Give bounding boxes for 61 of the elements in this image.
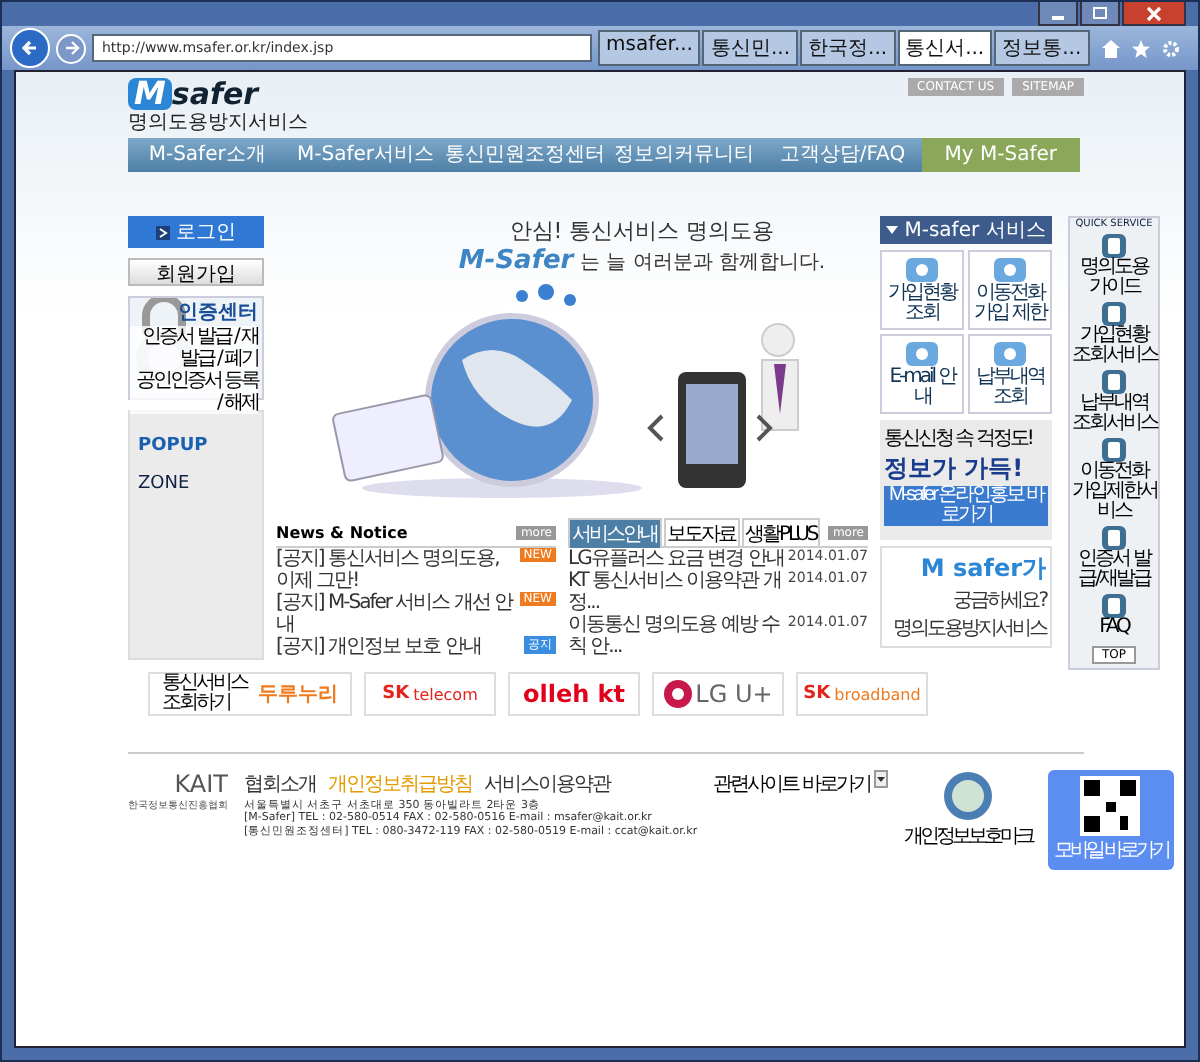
popup-heading: POPUP ZONE bbox=[138, 436, 208, 494]
news-link[interactable]: [공지] 개인정보 보호 안내 bbox=[276, 636, 520, 658]
home-icon[interactable] bbox=[1101, 39, 1120, 57]
quick-item[interactable]: 인증서 발급/재발급 bbox=[1070, 526, 1158, 590]
partner-logo[interactable]: LG U+ bbox=[652, 672, 784, 716]
footer-link[interactable]: 협회소개 bbox=[244, 770, 316, 798]
quick-item[interactable]: 명의도용 가이드 bbox=[1070, 234, 1158, 298]
news-link[interactable]: [공지] 통신서비스 명의도용, 이제 그만! bbox=[276, 548, 516, 592]
service-tile[interactable]: E-mail 안내 bbox=[880, 334, 964, 414]
site-logo[interactable]: M safer 명의도용방지서비스 bbox=[128, 78, 308, 138]
browser-tab[interactable]: msafer... bbox=[598, 30, 701, 66]
close-icon[interactable] bbox=[1146, 5, 1162, 21]
back-arrow-icon[interactable] bbox=[20, 38, 40, 58]
board-tab[interactable]: 보도자료 bbox=[663, 518, 739, 548]
star-icon[interactable] bbox=[1131, 39, 1150, 57]
settings-icon[interactable] bbox=[1161, 39, 1180, 57]
qa-text: 궁금하세요? bbox=[953, 588, 1046, 614]
news-title: News & Notice bbox=[276, 524, 410, 542]
board-link[interactable]: KT 통신서비스 이용약관 개정... bbox=[568, 570, 784, 614]
certificate-link[interactable]: 인증서 발급 / 재발급 / 폐기 bbox=[130, 326, 258, 370]
board-link[interactable]: 이동통신 명의도용 예방 수칙 안... bbox=[568, 614, 784, 658]
board-tab[interactable]: 서비스안내 bbox=[568, 518, 661, 548]
chevron-icon bbox=[156, 225, 170, 239]
banner-title: 정보가 가득! bbox=[884, 452, 1024, 485]
banner-text: 통신신청 속 걱정도! bbox=[884, 426, 1032, 452]
panel-title: 인증센터 bbox=[178, 300, 258, 326]
qr-code-icon bbox=[1080, 776, 1141, 836]
hero-title: 안심! 통신서비스 명의도용 bbox=[509, 216, 775, 246]
maximize-icon[interactable] bbox=[1092, 6, 1108, 20]
qa-banner[interactable]: M safer가 궁금하세요? 명의도용방지서비스 bbox=[880, 546, 1052, 648]
dropdown-icon[interactable] bbox=[873, 770, 888, 788]
join-button[interactable]: 회원가입 bbox=[128, 258, 264, 286]
quick-item[interactable]: 가입현황 조회서비스 bbox=[1070, 302, 1158, 366]
quick-item[interactable]: 이동전화 가입제한서비스 bbox=[1070, 438, 1158, 522]
banner-button[interactable]: M-safer 온라인홍보 바로가기 bbox=[884, 486, 1048, 526]
news-link[interactable]: [공지] M-Safer 서비스 개선 안내 bbox=[276, 592, 516, 636]
service-tile[interactable]: 가입현황 조회 bbox=[880, 250, 964, 330]
browser-tab[interactable]: 한국정... bbox=[800, 30, 896, 66]
board-tab[interactable]: 생활PLUS bbox=[741, 518, 821, 548]
browser-tab[interactable]: 통신민... bbox=[702, 30, 799, 66]
browser-tab[interactable]: 정보통... bbox=[994, 30, 1090, 66]
partner-logo[interactable]: SK telecom bbox=[364, 672, 496, 716]
quick-item[interactable]: FAQ bbox=[1070, 594, 1158, 638]
privacy-mark: 개인정보보호마크 bbox=[903, 770, 1032, 870]
qa-brand: M safer가 bbox=[920, 552, 1046, 586]
partner-logo[interactable]: olleh kt bbox=[508, 672, 640, 716]
related-sites-select[interactable]: 관련사이트 바로가기 bbox=[713, 770, 888, 794]
hero-slogan: M-Safer 는 늘 여러분과 함께합니다. bbox=[458, 246, 826, 276]
login-button[interactable]: 로그인 bbox=[128, 216, 264, 248]
board-link[interactable]: LG유플러스 요금 변경 안내 bbox=[568, 548, 784, 570]
browser-tab[interactable]: 통신서... bbox=[897, 30, 993, 66]
footer-link[interactable]: 서비스이용약관 bbox=[484, 770, 610, 798]
service-tile[interactable]: 이동전화 가입 제한 bbox=[968, 250, 1052, 330]
caret-icon bbox=[886, 226, 899, 234]
forward-arrow-icon[interactable] bbox=[63, 40, 79, 56]
partner-logo[interactable]: SK broadband bbox=[796, 672, 928, 716]
qa-text: 명의도용방지서비스 bbox=[893, 616, 1046, 642]
service-tile[interactable]: 납부내역 조회 bbox=[968, 334, 1052, 414]
quick-item[interactable]: 납부내역 조회서비스 bbox=[1070, 370, 1158, 434]
section-title: M-safer 서비스 bbox=[880, 216, 1052, 244]
certificate-link[interactable]: 공인인증서 등록 / 해제 bbox=[130, 370, 258, 414]
